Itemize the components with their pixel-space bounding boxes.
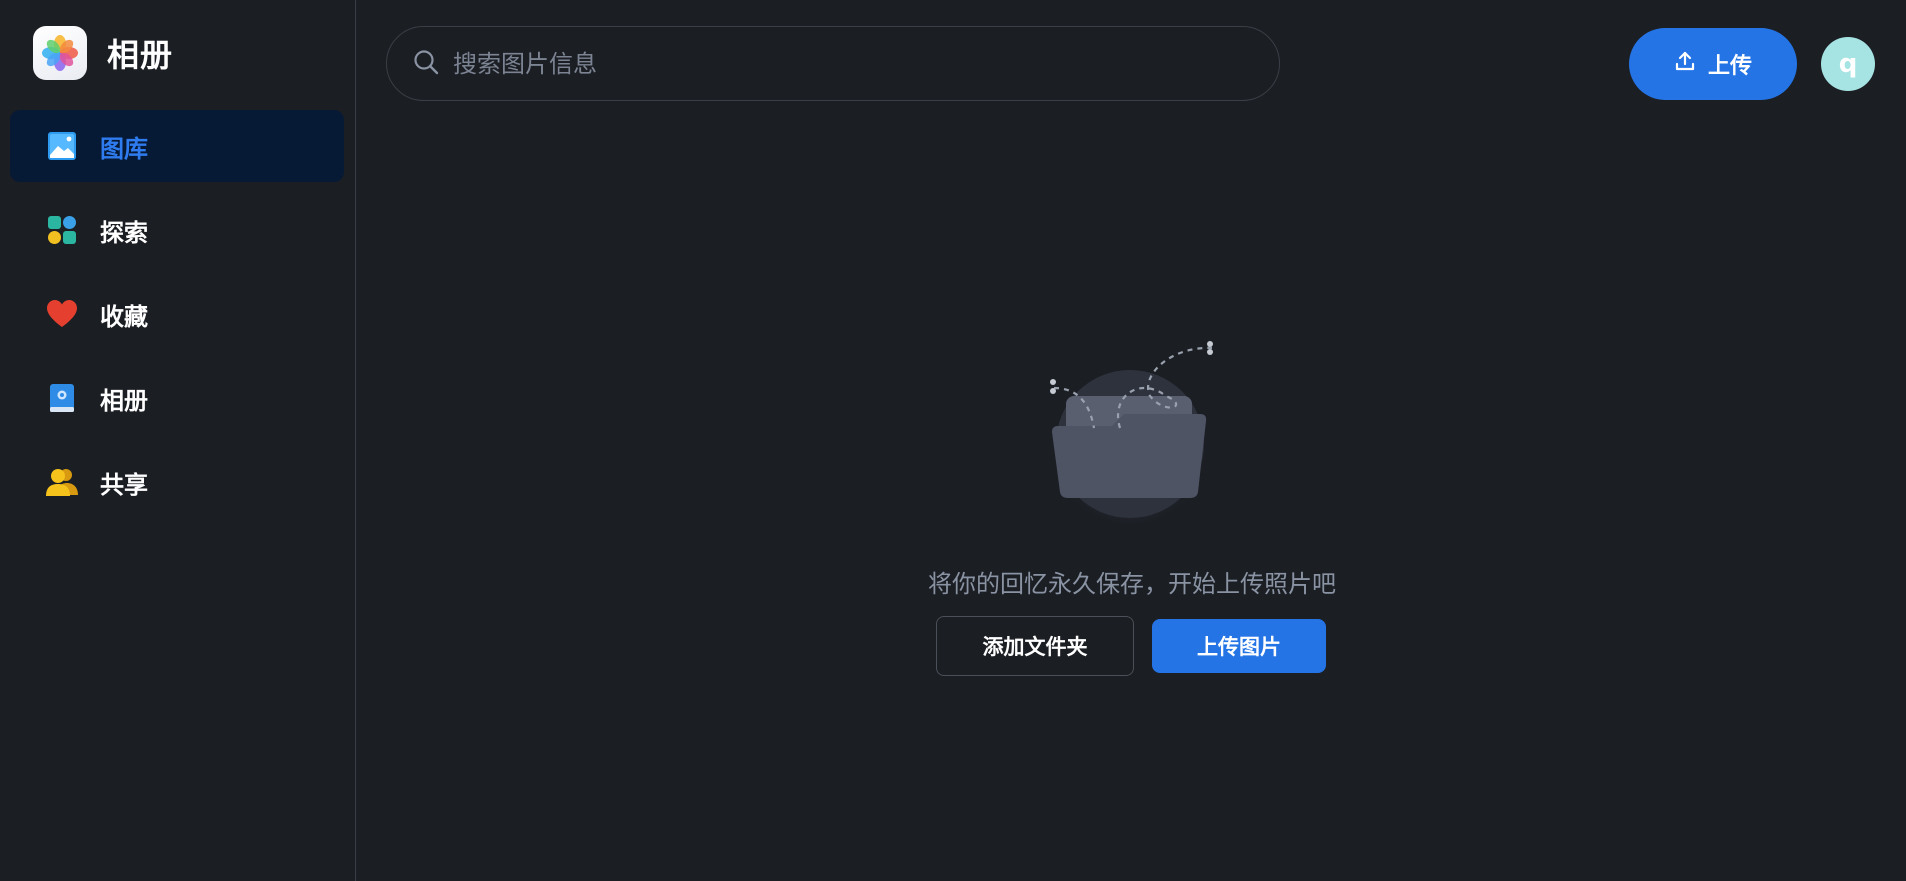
gallery-image-icon [46, 130, 78, 162]
empty-state-actions: 添加文件夹 上传图片 [936, 616, 1326, 676]
sidebar-nav: 图库 探索 收藏 相册 共享 [10, 110, 344, 530]
upload-icon [1674, 50, 1696, 78]
sidebar-item-explore[interactable]: 探索 [10, 194, 344, 266]
empty-state-message: 将你的回忆永久保存，开始上传照片吧 [928, 570, 1336, 598]
upload-button[interactable]: 上传 [1629, 28, 1797, 100]
album-book-icon [46, 382, 78, 414]
empty-folder-icon [1040, 336, 1230, 526]
shared-users-icon [46, 466, 78, 498]
upload-photos-button[interactable]: 上传图片 [1152, 619, 1326, 673]
app-root: 相册 图库 探索 收藏 相册 共享 搜索图片信息 上传 q 将你的回忆永久保存，… [0, 0, 1906, 881]
avatar[interactable]: q [1821, 37, 1875, 91]
search-input[interactable] [453, 49, 1233, 78]
sidebar-item-favorites[interactable]: 收藏 [10, 278, 344, 350]
sidebar: 相册 图库 探索 收藏 相册 共享 [0, 0, 356, 881]
avatar-initial: q [1838, 49, 1858, 79]
sidebar-item-shared[interactable]: 共享 [10, 446, 344, 518]
sidebar-item-label: 相册 [100, 386, 148, 415]
app-title: 相册 [107, 36, 174, 74]
sidebar-item-label: 图库 [100, 134, 148, 163]
sidebar-item-label: 共享 [100, 470, 148, 499]
add-folder-button[interactable]: 添加文件夹 [936, 616, 1134, 676]
upload-button-label: 上传 [1707, 53, 1752, 78]
photos-flower-icon [33, 26, 87, 80]
sidebar-item-albums[interactable]: 相册 [10, 362, 344, 434]
brand[interactable]: 相册 [33, 26, 173, 80]
explore-grid-icon [46, 214, 78, 246]
search-icon [413, 49, 439, 79]
search-bar[interactable] [386, 26, 1280, 101]
sidebar-item-gallery[interactable]: 图库 [10, 110, 344, 182]
heart-icon [46, 298, 78, 330]
sidebar-item-label: 收藏 [100, 302, 148, 331]
sidebar-item-label: 探索 [100, 218, 148, 247]
